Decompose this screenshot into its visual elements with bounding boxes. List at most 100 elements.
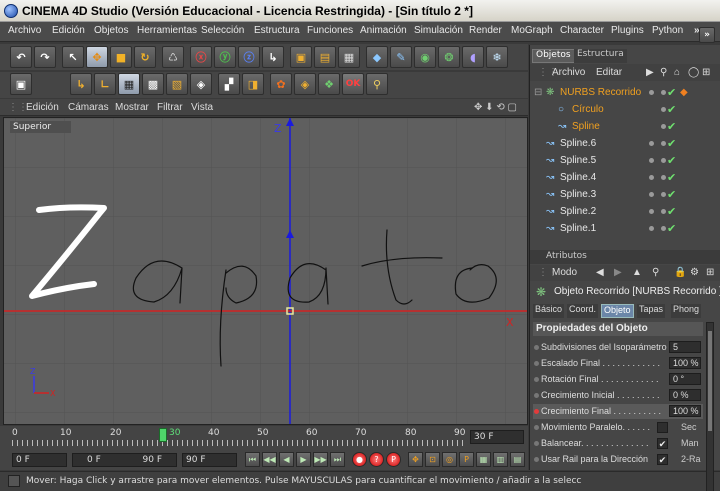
coordinate-system-icon[interactable]: ↳ <box>262 46 284 68</box>
menu-plugins[interactable]: Plugins <box>611 25 644 36</box>
render-visibility-dot[interactable] <box>661 192 666 197</box>
z-axis-lock-icon[interactable]: ⓩ <box>238 46 260 68</box>
menu-objetos[interactable]: Objetos <box>94 25 128 36</box>
next-frame-icon[interactable]: ▶▶ <box>313 452 328 467</box>
tab-objetos[interactable]: Objetos <box>532 49 575 63</box>
object-row-spline1[interactable]: ↝ Spline.1 ✔ <box>530 221 720 238</box>
editor-visibility-dot[interactable] <box>649 90 654 95</box>
param-value[interactable]: 0 % <box>669 389 701 401</box>
attr-row-crecimiento-inicial[interactable]: Crecimiento Inicial . . . . . . . . . 0 … <box>533 388 703 403</box>
timeline-playhead[interactable] <box>159 428 167 442</box>
attr-menu-modo[interactable]: Modo <box>552 267 577 278</box>
checker-icon[interactable]: ▞ <box>218 73 240 95</box>
keyframe-bullet[interactable] <box>534 409 539 414</box>
layout-icon[interactable]: » <box>699 27 715 43</box>
y-axis-lock-icon[interactable]: ⓨ <box>214 46 236 68</box>
attr-search-icon[interactable]: ⚲ <box>652 267 659 278</box>
enabled-check-icon[interactable]: ✔ <box>667 137 676 150</box>
enabled-check-icon[interactable]: ✔ <box>667 205 676 218</box>
snap-icon[interactable]: ◨ <box>242 73 264 95</box>
key-rotation-icon[interactable]: ⊡ <box>425 452 440 467</box>
record-icon[interactable]: ● <box>352 452 367 467</box>
live-select-icon[interactable]: ↖ <box>62 46 84 68</box>
om-new-icon[interactable]: ⊞ <box>702 67 710 78</box>
lock-icon[interactable]: 🔒 <box>674 267 686 278</box>
render-view-icon[interactable]: ▣ <box>290 46 312 68</box>
keyframe-selection-icon[interactable]: P <box>386 452 401 467</box>
object-name[interactable]: Spline.6 <box>560 138 596 149</box>
enabled-check-icon[interactable]: ✔ <box>667 103 676 116</box>
object-name[interactable]: Spline.3 <box>560 189 596 200</box>
viewport-menu-vista[interactable]: Vista <box>191 102 213 113</box>
param-value[interactable]: 5 <box>669 341 701 353</box>
attr-row-usar-rail[interactable]: Usar Rail para la Dirección ✔ 2-Ra <box>533 452 703 467</box>
viewport-top[interactable]: Z X Z X Superior <box>3 117 528 425</box>
expand-icon[interactable]: ⊟ <box>534 87 542 98</box>
editor-visibility-dot[interactable] <box>649 141 654 146</box>
array-icon[interactable]: ❂ <box>438 46 460 68</box>
param-checkbox[interactable]: ✔ <box>657 438 668 449</box>
attr-row-escalado-final[interactable]: Escalado Final . . . . . . . . . . . . 1… <box>533 356 703 371</box>
viewport-label[interactable]: Superior <box>10 121 72 133</box>
render-visibility-dot[interactable] <box>661 158 666 163</box>
up-arrow-icon[interactable]: ▲ <box>632 267 642 278</box>
param-value[interactable]: 0 ° <box>669 373 701 385</box>
menu-simulacion[interactable]: Simulación <box>414 25 463 36</box>
undo-icon[interactable]: ↶ <box>10 46 32 68</box>
om-filter-icon[interactable]: ◯ <box>688 67 699 78</box>
menu-herramientas[interactable]: Herramientas <box>137 25 197 36</box>
preview-range-slider[interactable]: 0 F 90 F <box>72 453 177 467</box>
menu-archivo[interactable]: Archivo <box>8 25 41 36</box>
object-axis-icon[interactable]: ↳ <box>70 73 92 95</box>
attr-row-crecimiento-final[interactable]: Crecimiento Final . . . . . . . . . . 10… <box>533 404 703 419</box>
render-visibility-dot[interactable] <box>661 226 666 231</box>
attr-settings-icon[interactable]: ⚙ <box>690 267 699 278</box>
enabled-check-icon[interactable]: ✔ <box>667 188 676 201</box>
workplane-icon[interactable]: ◈ <box>190 73 212 95</box>
attributes-scrollbar[interactable] <box>706 322 714 491</box>
om-more-icon[interactable]: ▶ <box>646 67 654 78</box>
goto-start-icon[interactable]: ⏮ <box>245 452 260 467</box>
viewport-canvas[interactable]: Z X Z X <box>4 118 528 425</box>
scale-icon[interactable]: ■ <box>110 46 132 68</box>
scrollbar-thumb[interactable] <box>708 331 712 431</box>
prev-key-icon[interactable]: ◀◀ <box>262 452 277 467</box>
timeline-ruler[interactable] <box>12 440 464 446</box>
menu-mograph[interactable]: MoGraph <box>511 25 553 36</box>
autokey-icon[interactable]: ? <box>369 452 384 467</box>
attr-tab-basico[interactable]: Básico <box>533 304 565 318</box>
object-row-spline5[interactable]: ↝ Spline.5 ✔ <box>530 153 720 170</box>
object-row-spline3[interactable]: ↝ Spline.3 ✔ <box>530 187 720 204</box>
render-visibility-dot[interactable] <box>661 209 666 214</box>
simulation-icon[interactable]: ✿ <box>270 73 292 95</box>
timeline[interactable]: 0 10 20 40 50 60 70 80 90 30 30 F <box>0 426 528 450</box>
attributes-tab[interactable]: Atributos <box>546 251 587 261</box>
texture-mode-icon[interactable]: ▧ <box>166 73 188 95</box>
render-visibility-dot[interactable] <box>661 90 666 95</box>
object-row-spline4[interactable]: ↝ Spline.4 ✔ <box>530 170 720 187</box>
menu-render[interactable]: Render <box>469 25 502 36</box>
attr-tab-phong[interactable]: Phong <box>671 304 702 318</box>
timeline-end-field[interactable]: 30 F <box>470 430 524 444</box>
editor-visibility-dot[interactable] <box>649 175 654 180</box>
attr-tab-tapas[interactable]: Tapas <box>637 304 666 318</box>
attr-tab-coord[interactable]: Coord. <box>567 304 599 318</box>
cube-icon[interactable]: ◆ <box>366 46 388 68</box>
menu-funciones[interactable]: Funciones <box>307 25 353 36</box>
om-search-icon[interactable]: ⚲ <box>660 67 667 78</box>
x-axis-lock-icon[interactable]: ⓧ <box>190 46 212 68</box>
object-name[interactable]: Spline.2 <box>560 206 596 217</box>
param-value[interactable]: 100 % <box>669 405 701 417</box>
render-settings-icon[interactable]: ▦ <box>338 46 360 68</box>
recent-tools-icon[interactable]: ♺ <box>162 46 184 68</box>
viewport-nav-icons[interactable]: ✥ ⬇ ⟲ ▢ <box>474 102 517 113</box>
object-row-spline2[interactable]: ↝ Spline.2 ✔ <box>530 204 720 221</box>
param-checkbox[interactable]: ✔ <box>657 454 668 465</box>
attr-row-balancear[interactable]: Balancear. . . . . . . . . . . . . . ✔ M… <box>533 436 703 451</box>
nurbs-icon[interactable]: ◉ <box>414 46 436 68</box>
spline-pen-icon[interactable]: ✎ <box>390 46 412 68</box>
forward-arrow-icon[interactable]: ▶ <box>614 267 622 278</box>
menu-character[interactable]: Character <box>560 25 604 36</box>
menu-edicion[interactable]: Edición <box>52 25 85 36</box>
object-name[interactable]: Spline.1 <box>560 223 596 234</box>
